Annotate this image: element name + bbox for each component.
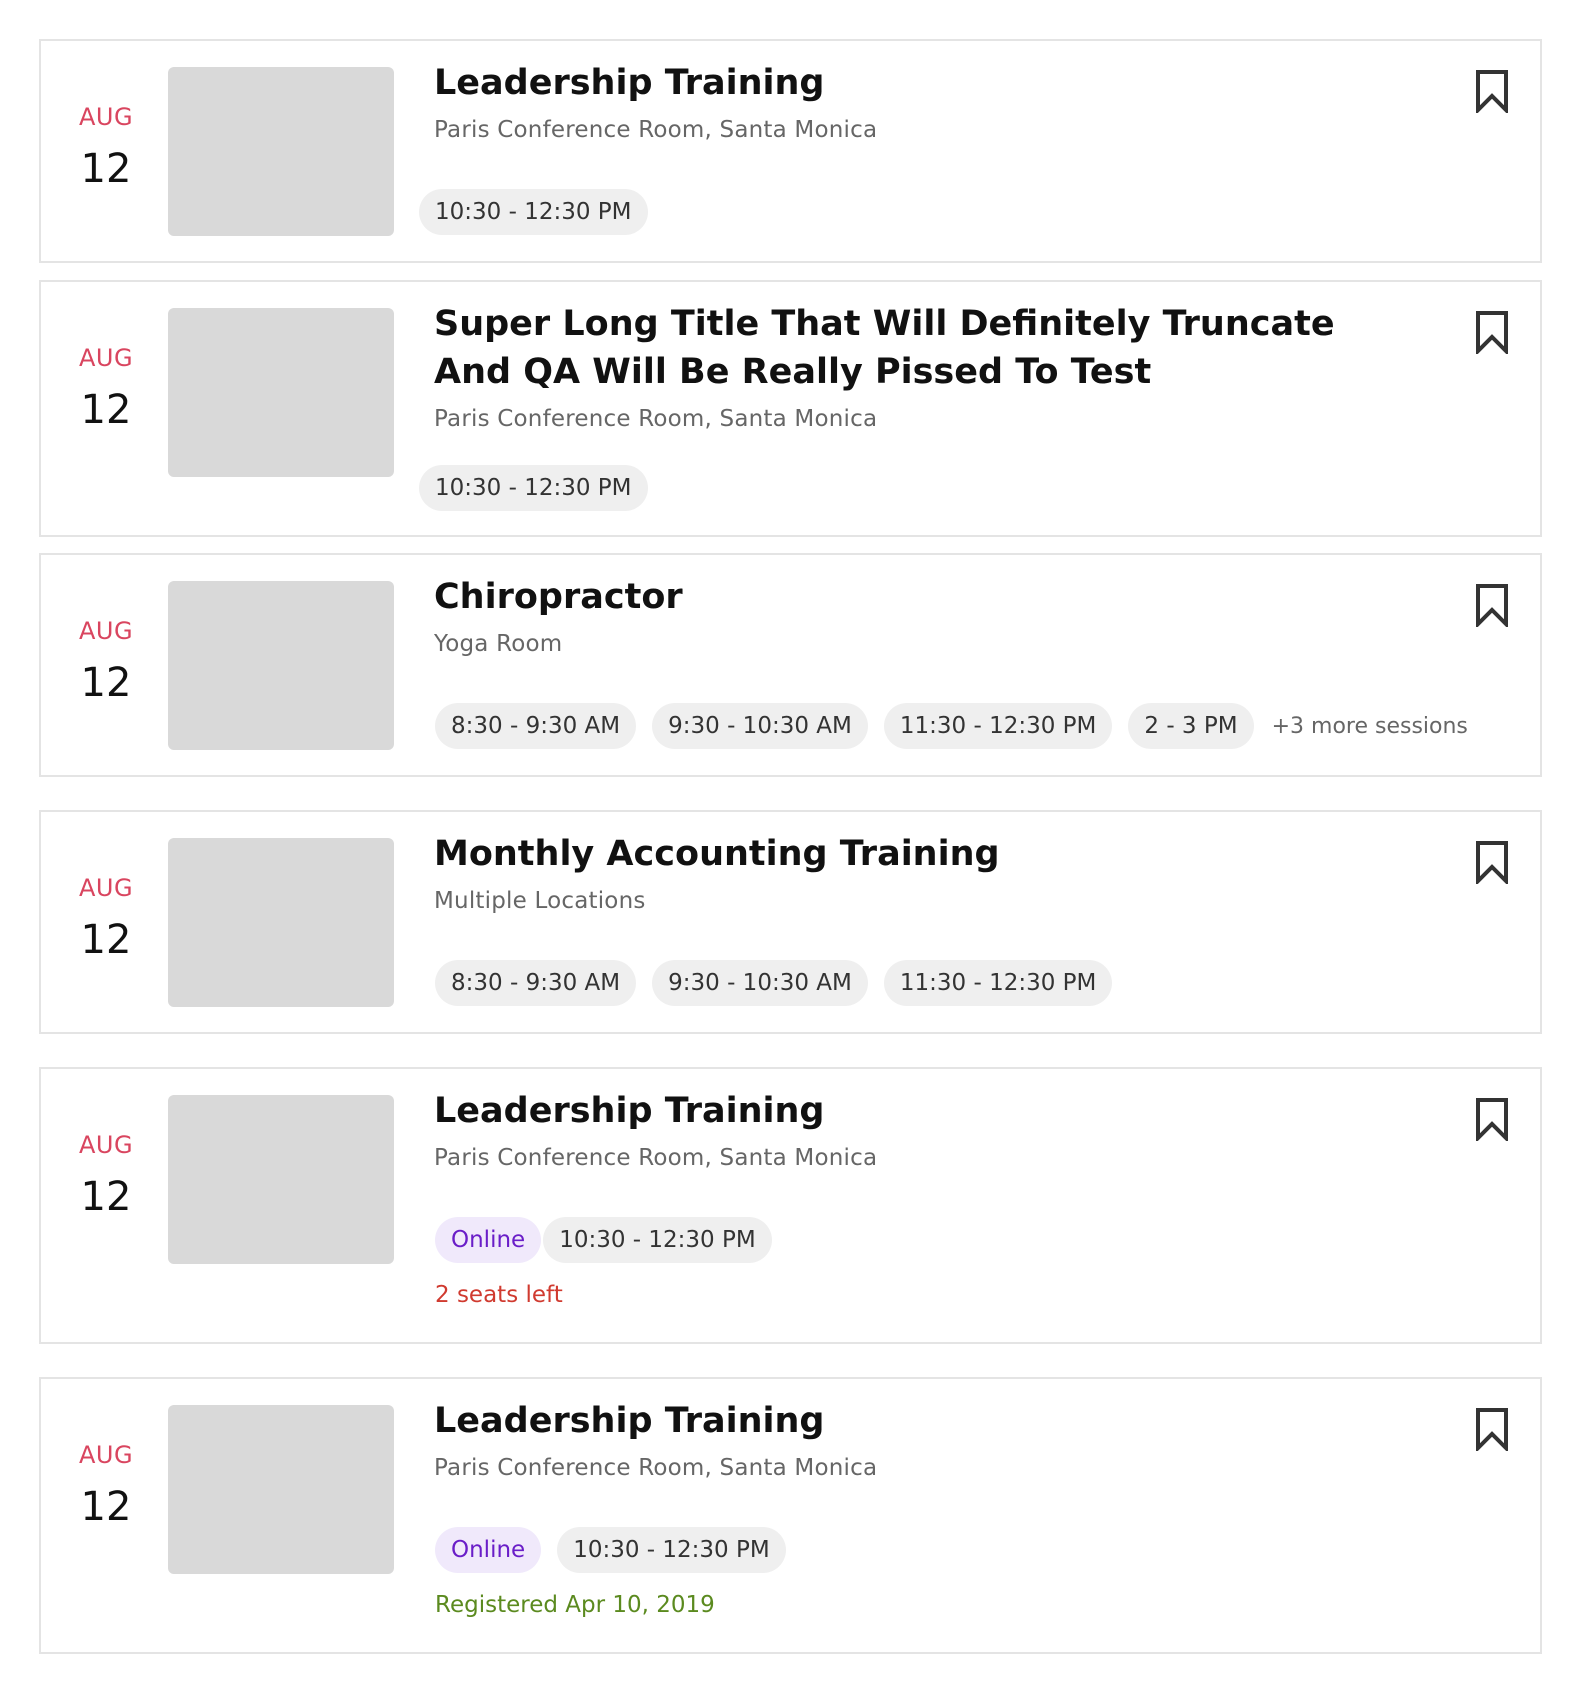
session-pill[interactable]: 9:30 - 10:30 AM (652, 960, 868, 1006)
event-thumbnail (168, 308, 394, 477)
session-list: 10:30 - 12:30 PM (419, 465, 664, 511)
event-info: Super Long Title That Will Definitely Tr… (434, 300, 1350, 434)
session-pill[interactable]: 10:30 - 12:30 PM (419, 465, 648, 511)
event-location: Paris Conference Room, Santa Monica (434, 1145, 878, 1171)
event-day: 12 (80, 660, 132, 706)
event-card[interactable]: AUG 12 Chiropractor Yoga Room 8:30 - 9:3… (39, 553, 1542, 777)
event-thumbnail (168, 67, 394, 236)
bookmark-icon[interactable] (1474, 69, 1510, 113)
event-card[interactable]: AUG 12 Leadership Training Paris Confere… (39, 39, 1542, 263)
event-info: Leadership Training Paris Conference Roo… (434, 59, 1350, 145)
bookmark-icon[interactable] (1474, 583, 1510, 627)
event-day: 12 (80, 1484, 132, 1530)
event-card[interactable]: AUG 12 Monthly Accounting Training Multi… (39, 810, 1542, 1034)
bookmark-icon[interactable] (1474, 1097, 1510, 1141)
session-list: 10:30 - 12:30 PM (419, 189, 664, 235)
event-info: Monthly Accounting Training Multiple Loc… (434, 830, 1350, 916)
session-pill[interactable]: 8:30 - 9:30 AM (435, 960, 637, 1006)
session-pill[interactable]: 9:30 - 10:30 AM (652, 703, 868, 749)
event-thumbnail (168, 838, 394, 1007)
event-card[interactable]: AUG 12 Leadership Training Paris Confere… (39, 1067, 1542, 1344)
event-month: AUG (78, 1131, 134, 1159)
session-pill[interactable]: 11:30 - 12:30 PM (883, 960, 1113, 1006)
event-date: AUG 12 (41, 874, 171, 964)
session-pill[interactable]: 8:30 - 9:30 AM (435, 703, 637, 749)
session-pill[interactable]: 11:30 - 12:30 PM (883, 703, 1113, 749)
event-info: Leadership Training Paris Conference Roo… (434, 1087, 1350, 1173)
bookmark-icon[interactable] (1474, 840, 1510, 884)
more-sessions-link[interactable]: +3 more sessions (1272, 714, 1468, 739)
event-thumbnail (168, 1405, 394, 1574)
event-title[interactable]: Chiropractor (434, 573, 1350, 621)
event-card[interactable]: AUG 12 Super Long Title That Will Defini… (39, 280, 1542, 537)
event-day: 12 (80, 1174, 132, 1220)
event-info: Chiropractor Yoga Room (434, 573, 1350, 659)
registered-label: Registered Apr 10, 2019 (435, 1592, 715, 1618)
event-card[interactable]: AUG 12 Leadership Training Paris Confere… (39, 1377, 1542, 1654)
event-day: 12 (80, 917, 132, 963)
event-location: Yoga Room (434, 631, 563, 657)
session-pill[interactable]: 10:30 - 12:30 PM (543, 1217, 772, 1263)
session-list: Online 10:30 - 12:30 PM (435, 1527, 802, 1573)
event-location: Paris Conference Room, Santa Monica (434, 1455, 878, 1481)
event-title[interactable]: Leadership Training (434, 1087, 1350, 1135)
event-date: AUG 12 (41, 1441, 171, 1531)
session-list: Online 10:30 - 12:30 PM (435, 1217, 788, 1263)
session-list: 8:30 - 9:30 AM 9:30 - 10:30 AM 11:30 - 1… (435, 703, 1468, 749)
event-month: AUG (78, 874, 134, 902)
event-location: Paris Conference Room, Santa Monica (434, 406, 878, 432)
session-pill[interactable]: 10:30 - 12:30 PM (419, 189, 648, 235)
event-month: AUG (78, 1441, 134, 1469)
event-title[interactable]: Super Long Title That Will Definitely Tr… (434, 300, 1350, 396)
online-badge: Online (435, 1217, 542, 1263)
event-month: AUG (78, 344, 134, 372)
seats-left-label: 2 seats left (435, 1282, 563, 1308)
event-day: 12 (80, 146, 132, 192)
event-thumbnail (168, 581, 394, 750)
session-pill[interactable]: 2 - 3 PM (1128, 703, 1254, 749)
event-thumbnail (168, 1095, 394, 1264)
event-info: Leadership Training Paris Conference Roo… (434, 1397, 1350, 1483)
event-month: AUG (78, 617, 134, 645)
bookmark-icon[interactable] (1474, 310, 1510, 354)
bookmark-icon[interactable] (1474, 1407, 1510, 1451)
session-list: 8:30 - 9:30 AM 9:30 - 10:30 AM 11:30 - 1… (435, 960, 1128, 1006)
event-location: Paris Conference Room, Santa Monica (434, 117, 878, 143)
event-month: AUG (78, 103, 134, 131)
event-location: Multiple Locations (434, 888, 646, 914)
event-date: AUG 12 (41, 1131, 171, 1221)
event-date: AUG 12 (41, 617, 171, 707)
event-title[interactable]: Leadership Training (434, 1397, 1350, 1445)
online-badge: Online (435, 1527, 542, 1573)
event-date: AUG 12 (41, 344, 171, 434)
event-title[interactable]: Leadership Training (434, 59, 1350, 107)
session-pill[interactable]: 10:30 - 12:30 PM (557, 1527, 786, 1573)
event-list: AUG 12 Leadership Training Paris Confere… (0, 0, 1578, 1682)
event-day: 12 (80, 387, 132, 433)
event-date: AUG 12 (41, 103, 171, 193)
event-title[interactable]: Monthly Accounting Training (434, 830, 1350, 878)
